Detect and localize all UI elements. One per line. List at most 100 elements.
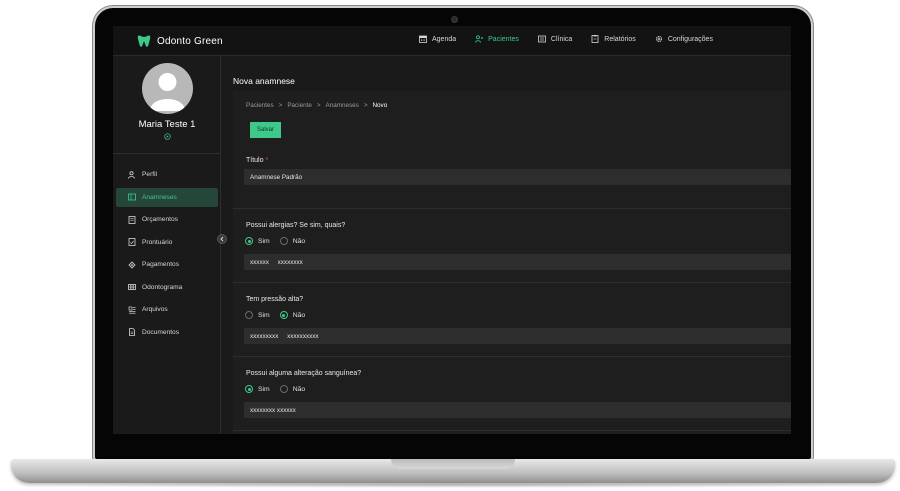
budget-icon [128, 215, 136, 224]
radio-label: Não [292, 385, 306, 393]
users-icon [475, 35, 484, 43]
patient-sidebar: Maria Teste 1 Perfil Anamneses Orçamento… [113, 56, 227, 434]
sidebar-menu: Perfil Anamneses Orçamentos Prontuário P… [116, 165, 218, 345]
breadcrumb-item-pacientes[interactable]: Pacientes [246, 102, 274, 109]
nav-item-agenda[interactable]: Agenda [419, 35, 456, 43]
section-divider [233, 430, 791, 431]
top-navbar: Odonto Green Agenda Pacientes Clínica Re… [113, 26, 791, 56]
clipboard-icon [128, 193, 136, 201]
camera-icon [451, 16, 458, 23]
title-input[interactable]: Anamnese Padrão [244, 169, 791, 185]
radio-unchecked-icon [245, 311, 253, 319]
sidebar-item-label: Orçamentos [142, 216, 178, 223]
radio-label: Sim [258, 385, 270, 393]
section-divider [233, 356, 791, 357]
question-allergies-label: Possui alergias? Se sim, quais? [246, 222, 346, 229]
question-blood-disorder-options: Sim Não [245, 385, 315, 393]
laptop-shadow [40, 482, 866, 488]
user-icon [128, 170, 135, 179]
radio-checked-icon [279, 311, 288, 319]
question-allergies-options: Sim Não [245, 237, 315, 245]
nav-label: Clínica [550, 35, 573, 43]
page-title: Nova anamnese [233, 76, 295, 86]
avatar-placeholder-icon [150, 73, 185, 111]
nav-item-clinica[interactable]: Clínica [537, 35, 573, 43]
whatsapp-icon[interactable] [164, 133, 171, 140]
title-label-text: Título [246, 157, 264, 164]
tooth-logo-icon [137, 35, 151, 47]
radio-label: Sim [258, 311, 270, 319]
breadcrumb-separator: > [278, 102, 283, 109]
sidebar-item-label: Pagamentos [142, 261, 180, 268]
avatar [142, 63, 193, 114]
nav-item-relatorios[interactable]: Relatórios [591, 35, 636, 43]
radio-checked-icon [245, 385, 253, 393]
radio-nao[interactable]: Não [279, 237, 306, 245]
radio-label: Não [292, 237, 306, 245]
record-icon [128, 238, 136, 246]
question-blood-pressure-answer[interactable]: xxxxxxxxx xxxxxxxxxx [244, 328, 791, 344]
gear-icon [655, 35, 662, 43]
app-screen: Odonto Green Agenda Pacientes Clínica Re… [113, 26, 791, 434]
nav-label: Agenda [432, 35, 457, 43]
breadcrumb-separator: > [363, 102, 368, 109]
sidebar-item-perfil[interactable]: Perfil [116, 165, 218, 184]
calendar-icon [419, 35, 427, 43]
anamnesis-form: Pacientes > Paciente > Anamneses > Novo … [233, 91, 791, 434]
question-blood-disorder-answer[interactable]: xxxxxxxx xxxxxx [244, 402, 791, 418]
question-blood-pressure-label: Tem pressão alta? [246, 296, 304, 303]
radio-label: Não [292, 311, 306, 319]
brand-name: Odonto Green [157, 35, 223, 47]
nav-item-pacientes[interactable]: Pacientes [475, 35, 519, 43]
document-icon [129, 328, 135, 336]
files-icon [128, 306, 136, 314]
nav-item-configuracoes[interactable]: Configurações [655, 35, 713, 43]
question-allergies-answer[interactable]: xxxxxx xxxxxxxx [244, 254, 791, 270]
brand[interactable]: Odonto Green [137, 34, 223, 48]
laptop-notch [391, 459, 515, 469]
sidebar-item-orcamentos[interactable]: Orçamentos [116, 210, 218, 229]
question-blood-disorder-label: Possui alguma alteração sanguínea? [246, 370, 362, 377]
sidebar-item-odontograma[interactable]: Odontograma [116, 278, 218, 297]
sidebar-item-arquivos[interactable]: Arquivos [116, 300, 218, 319]
breadcrumb-item-anamneses[interactable]: Anamneses [326, 102, 359, 109]
radio-unchecked-icon [279, 237, 288, 245]
sidebar-item-label: Anamneses [142, 193, 177, 201]
sidebar-item-label: Odontograma [142, 283, 183, 291]
sidebar-item-label: Arquivos [142, 306, 168, 313]
sidebar-item-prontuario[interactable]: Prontuário [116, 233, 218, 252]
radio-unchecked-icon [279, 385, 288, 393]
radio-nao[interactable]: Não [279, 311, 306, 319]
radio-label: Sim [258, 237, 270, 245]
breadcrumb-item-paciente[interactable]: Paciente [287, 102, 312, 109]
sidebar-item-label: Documentos [142, 328, 180, 336]
section-divider [233, 208, 791, 209]
radio-checked-icon [245, 237, 253, 245]
sidebar-divider [113, 153, 221, 154]
main-nav: Agenda Pacientes Clínica Relatórios Conf… [419, 35, 732, 43]
clinic-icon [537, 35, 546, 43]
payment-icon [128, 260, 136, 269]
radio-sim[interactable]: Sim [245, 385, 270, 393]
section-divider [233, 282, 791, 283]
tooth-chart-icon [128, 284, 136, 290]
nav-label: Relatórios [604, 35, 636, 43]
save-button[interactable]: Salvar [250, 122, 281, 138]
sidebar-item-documentos[interactable]: Documentos [116, 323, 218, 342]
sidebar-item-pagamentos[interactable]: Pagamentos [116, 255, 218, 274]
patient-name: Maria Teste 1 [138, 119, 196, 130]
nav-label: Pacientes [488, 35, 519, 43]
title-label: Título * [246, 157, 268, 164]
breadcrumb-separator: > [316, 102, 321, 109]
radio-sim[interactable]: Sim [245, 311, 270, 319]
report-icon [591, 35, 599, 43]
breadcrumb-current: Novo [372, 102, 388, 109]
required-mark: * [265, 157, 269, 164]
sidebar-item-label: Perfil [142, 171, 158, 178]
sidebar-item-label: Prontuário [142, 238, 173, 246]
sidebar-item-anamneses[interactable]: Anamneses [116, 187, 218, 207]
radio-nao[interactable]: Não [279, 385, 306, 393]
main-content: Nova anamnese Pacientes > Paciente > Ana… [222, 56, 791, 434]
nav-label: Configurações [667, 35, 713, 43]
radio-sim[interactable]: Sim [245, 237, 270, 245]
